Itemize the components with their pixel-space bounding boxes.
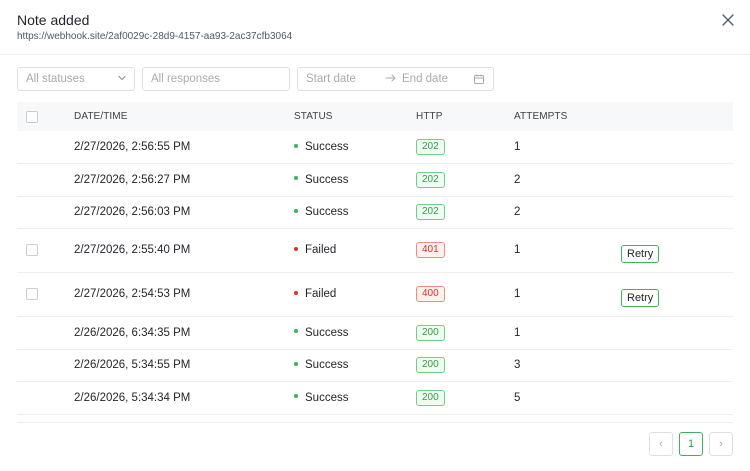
- status-text: Failed: [305, 288, 337, 300]
- column-header-http: HTTP: [416, 111, 443, 122]
- status-text: Success: [305, 173, 349, 186]
- row-datetime: 2/27/2026, 2:56:03 PM: [74, 196, 294, 229]
- close-icon[interactable]: [720, 12, 736, 28]
- table-row: 2/27/2026, 2:56:27 PM Success 202 2: [17, 163, 733, 197]
- http-code-badge: 401: [416, 242, 445, 258]
- status-dot-icon: [294, 208, 298, 213]
- status-dot-icon: [294, 176, 298, 181]
- row-status: Failed: [294, 228, 416, 273]
- dialog-header: Note added https://webhook.site/2af0029c…: [17, 12, 292, 43]
- arrow-right-icon: [382, 73, 400, 86]
- status-dot-icon: [294, 329, 298, 334]
- status-dot-icon: [294, 394, 298, 399]
- row-datetime: 2/27/2026, 2:56:55 PM: [74, 131, 294, 164]
- date-range-picker[interactable]: Start date End date: [297, 67, 494, 91]
- http-code-badge: 202: [416, 171, 445, 188]
- row-attempts: 2: [514, 196, 620, 229]
- table-row: 2/27/2026, 2:55:40 PM Failed 401 1 Retry: [17, 228, 733, 273]
- webhook-url: https://webhook.site/2af0029c-28d9-4157-…: [17, 31, 293, 42]
- end-date-input[interactable]: End date: [400, 73, 473, 85]
- row-datetime: 2/27/2026, 2:55:40 PM: [74, 228, 294, 273]
- http-code-badge: 202: [416, 138, 445, 155]
- row-status: Success: [294, 131, 416, 164]
- header-divider: [0, 54, 750, 55]
- status-text: Success: [305, 359, 349, 371]
- row-checkbox[interactable]: [26, 287, 38, 300]
- row-status: Success: [294, 381, 416, 415]
- status-text: Success: [305, 391, 349, 404]
- row-attempts: 1: [514, 228, 620, 273]
- status-text: Success: [305, 140, 349, 153]
- row-status: Success: [294, 349, 416, 382]
- table-row: 2/27/2026, 2:56:55 PM Success 202 1: [17, 131, 733, 164]
- row-datetime: 2/27/2026, 2:54:53 PM: [74, 272, 294, 317]
- chevron-right-icon: ›: [719, 438, 723, 450]
- row-attempts: 1: [514, 272, 620, 317]
- dialog-title: Note added: [17, 12, 90, 28]
- row-attempts: 2: [514, 163, 620, 197]
- pagination: ‹ 1 ›: [649, 432, 733, 456]
- chevron-down-icon: [117, 73, 127, 86]
- table-row: 2/26/2026, 5:34:55 PM Success 200 3: [17, 349, 733, 382]
- status-text: Success: [305, 326, 349, 339]
- row-attempts: 5: [514, 381, 620, 415]
- filter-bar: All statuses All responses Start date En…: [17, 67, 494, 91]
- table-footer-divider: [17, 422, 733, 423]
- status-dot-icon: [294, 246, 298, 251]
- table-row: 2/27/2026, 2:56:03 PM Success 202 2: [17, 196, 733, 229]
- response-filter-placeholder: All responses: [151, 73, 221, 85]
- select-all-checkbox[interactable]: [26, 110, 38, 123]
- row-datetime: 2/26/2026, 6:34:35 PM: [74, 316, 294, 350]
- status-dot-icon: [294, 143, 298, 148]
- start-date-input[interactable]: Start date: [306, 73, 382, 85]
- row-status: Success: [294, 163, 416, 197]
- prev-page-button[interactable]: ‹: [649, 432, 673, 456]
- column-header-attempts: ATTEMPTS: [514, 111, 568, 122]
- column-header-actions: [620, 102, 733, 131]
- http-code-badge: 400: [416, 286, 445, 302]
- http-code-badge: 202: [416, 204, 445, 220]
- row-datetime: 2/26/2026, 5:34:55 PM: [74, 349, 294, 382]
- row-datetime: 2/27/2026, 2:56:27 PM: [74, 163, 294, 197]
- next-page-button[interactable]: ›: [709, 432, 733, 456]
- status-text: Success: [305, 206, 349, 218]
- status-dot-icon: [294, 361, 298, 366]
- response-filter-input[interactable]: All responses: [142, 67, 290, 91]
- row-attempts: 1: [514, 131, 620, 164]
- column-header-status: STATUS: [294, 111, 333, 122]
- row-attempts: 1: [514, 316, 620, 350]
- row-status: Failed: [294, 272, 416, 317]
- column-header-datetime: DATE/TIME: [74, 111, 128, 122]
- row-status: Success: [294, 196, 416, 229]
- status-dot-icon: [294, 290, 298, 295]
- table-row: 2/26/2026, 5:34:34 PM Success 200 5: [17, 381, 733, 415]
- http-code-badge: 200: [416, 357, 445, 373]
- row-status: Success: [294, 316, 416, 350]
- deliveries-table: DATE/TIME STATUS HTTP ATTEMPTS 2/27/2026…: [17, 102, 733, 415]
- http-code-badge: 200: [416, 324, 445, 341]
- table-row: 2/26/2026, 6:34:35 PM Success 200 1: [17, 316, 733, 350]
- table-header-row: DATE/TIME STATUS HTTP ATTEMPTS: [17, 102, 733, 131]
- retry-button[interactable]: Retry: [621, 245, 660, 263]
- table-row: 2/27/2026, 2:54:53 PM Failed 400 1 Retry: [17, 272, 733, 317]
- row-checkbox[interactable]: [26, 243, 38, 256]
- row-attempts: 3: [514, 349, 620, 382]
- row-datetime: 2/26/2026, 5:34:34 PM: [74, 381, 294, 415]
- retry-button[interactable]: Retry: [621, 289, 660, 307]
- status-filter-placeholder: All statuses: [26, 73, 85, 85]
- chevron-left-icon: ‹: [659, 438, 663, 450]
- calendar-icon: [473, 73, 485, 85]
- http-code-badge: 200: [416, 389, 445, 406]
- status-filter-select[interactable]: All statuses: [17, 67, 135, 91]
- page-button-current[interactable]: 1: [679, 432, 703, 456]
- status-text: Failed: [305, 244, 337, 256]
